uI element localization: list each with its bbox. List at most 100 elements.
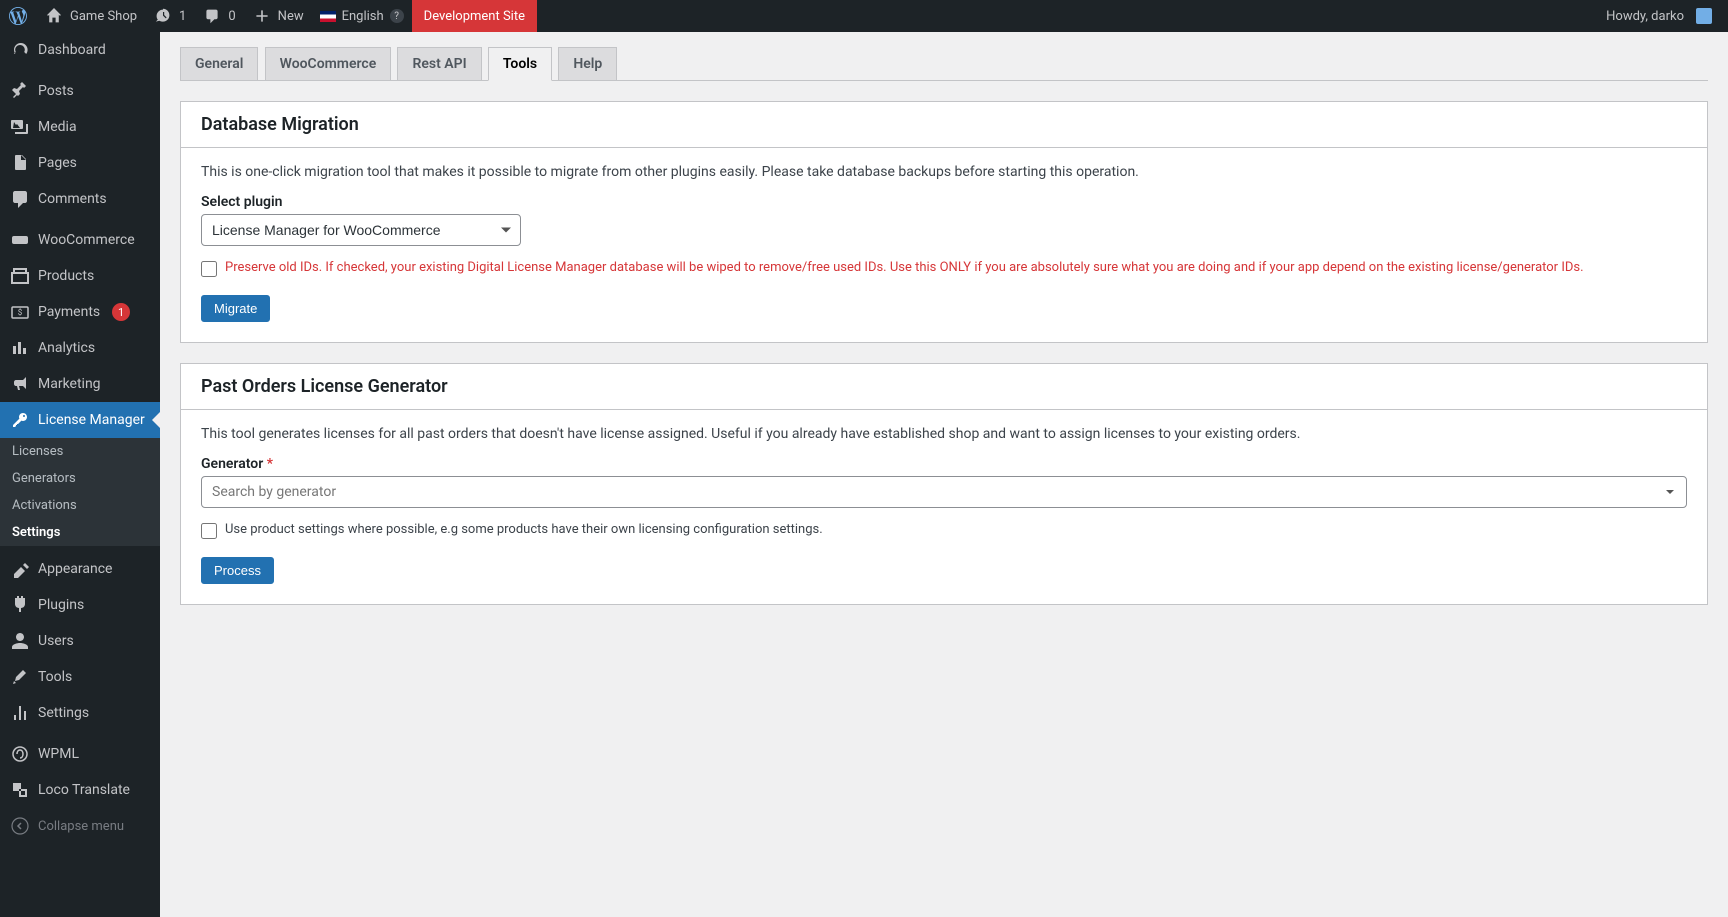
update-icon: [153, 6, 173, 26]
updates[interactable]: 1: [145, 0, 194, 32]
avatar-icon: [1696, 8, 1712, 24]
menu-collapse[interactable]: Collapse menu: [0, 808, 160, 844]
svg-text:$: $: [18, 308, 23, 317]
account-menu[interactable]: Howdy, darko: [1598, 0, 1720, 32]
comments[interactable]: 0: [194, 0, 243, 32]
past-orders-generator-card: Past Orders License Generator This tool …: [180, 363, 1708, 605]
required-asterisk: *: [267, 456, 273, 472]
menu-label: Payments: [38, 304, 100, 320]
menu-comments[interactable]: Comments: [0, 181, 160, 217]
comments-count: 0: [228, 9, 235, 24]
menu-products[interactable]: Products: [0, 258, 160, 294]
menu-woocommerce[interactable]: WooCommerce: [0, 222, 160, 258]
key-icon: [10, 410, 30, 430]
plus-icon: [252, 6, 272, 26]
use-product-label[interactable]: Use product settings where possible, e.g…: [225, 522, 823, 537]
admin-sidebar: Dashboard Posts Media Pages Comments Woo…: [0, 32, 160, 917]
card-header: Past Orders License Generator: [181, 364, 1707, 410]
menu-pages[interactable]: Pages: [0, 145, 160, 181]
license-manager-submenu: Licenses Generators Activations Settings: [0, 438, 160, 546]
site-name-text: Game Shop: [70, 9, 137, 24]
migration-description: This is one-click migration tool that ma…: [201, 164, 1687, 180]
submenu-activations[interactable]: Activations: [0, 492, 160, 519]
woocommerce-icon: [10, 230, 30, 250]
menu-label: Collapse menu: [38, 819, 124, 834]
menu-marketing[interactable]: Marketing: [0, 366, 160, 402]
settings-icon: [10, 703, 30, 723]
menu-settings[interactable]: Settings: [0, 695, 160, 731]
menu-label: Comments: [38, 191, 107, 207]
use-product-checkbox[interactable]: [201, 523, 217, 539]
tab-tools[interactable]: Tools: [488, 47, 552, 81]
menu-posts[interactable]: Posts: [0, 73, 160, 109]
menu-label: WooCommerce: [38, 232, 135, 248]
help-icon: ?: [390, 9, 404, 23]
menu-analytics[interactable]: Analytics: [0, 330, 160, 366]
submenu-generators[interactable]: Generators: [0, 465, 160, 492]
tab-rest-api[interactable]: Rest API: [397, 47, 481, 80]
main-content: General WooCommerce Rest API Tools Help …: [160, 32, 1728, 645]
howdy-text: Howdy, darko: [1606, 9, 1684, 24]
settings-tabs: General WooCommerce Rest API Tools Help: [180, 42, 1708, 81]
menu-label: Loco Translate: [38, 782, 130, 798]
appearance-icon: [10, 559, 30, 579]
generator-combobox[interactable]: Search by generator: [201, 476, 1687, 508]
select-plugin-label: Select plugin: [201, 194, 1687, 210]
new-content[interactable]: New: [244, 0, 312, 32]
preserve-ids-checkbox[interactable]: [201, 261, 217, 277]
menu-label: Users: [38, 633, 74, 649]
database-migration-card: Database Migration This is one-click mig…: [180, 101, 1708, 343]
menu-loco[interactable]: Loco Translate: [0, 772, 160, 808]
menu-label: Appearance: [38, 561, 112, 577]
uk-flag-icon: [320, 11, 336, 22]
process-button[interactable]: Process: [201, 557, 274, 584]
comment-icon: [202, 6, 222, 26]
generator-title: Past Orders License Generator: [201, 376, 1687, 397]
menu-license-manager[interactable]: License Manager: [0, 402, 160, 438]
submenu-settings[interactable]: Settings: [0, 519, 160, 546]
dev-site-indicator[interactable]: Development Site: [412, 0, 537, 32]
payments-count-badge: 1: [112, 303, 130, 321]
menu-label: Settings: [38, 705, 89, 721]
menu-label: Media: [38, 119, 77, 135]
analytics-icon: [10, 338, 30, 358]
submenu-licenses[interactable]: Licenses: [0, 438, 160, 465]
dev-site-label: Development Site: [424, 9, 525, 24]
menu-appearance[interactable]: Appearance: [0, 551, 160, 587]
tab-woocommerce[interactable]: WooCommerce: [265, 47, 392, 80]
dashboard-icon: [10, 40, 30, 60]
collapse-icon: [10, 816, 30, 836]
updates-count: 1: [179, 9, 186, 24]
menu-plugins[interactable]: Plugins: [0, 587, 160, 623]
menu-wpml[interactable]: WPML: [0, 736, 160, 772]
menu-users[interactable]: Users: [0, 623, 160, 659]
migrate-button[interactable]: Migrate: [201, 295, 270, 322]
language-switcher[interactable]: English ?: [312, 0, 412, 32]
tab-help[interactable]: Help: [558, 47, 617, 80]
generator-label: Generator *: [201, 456, 1687, 472]
new-label: New: [278, 9, 304, 24]
wp-logo[interactable]: [0, 0, 36, 32]
admin-bar: Game Shop 1 0 New English ? Development …: [0, 0, 1728, 32]
menu-label: Plugins: [38, 597, 84, 613]
menu-media[interactable]: Media: [0, 109, 160, 145]
plugin-icon: [10, 595, 30, 615]
menu-payments[interactable]: $ Payments 1: [0, 294, 160, 330]
menu-tools[interactable]: Tools: [0, 659, 160, 695]
home-icon: [44, 6, 64, 26]
menu-dashboard[interactable]: Dashboard: [0, 32, 160, 68]
site-name[interactable]: Game Shop: [36, 0, 145, 32]
pin-icon: [10, 81, 30, 101]
wordpress-icon: [8, 6, 28, 26]
generator-placeholder: Search by generator: [212, 484, 336, 500]
menu-label: Pages: [38, 155, 77, 171]
users-icon: [10, 631, 30, 651]
comment-icon: [10, 189, 30, 209]
preserve-ids-label[interactable]: Preserve old IDs. If checked, your exist…: [225, 260, 1584, 275]
tab-general[interactable]: General: [180, 47, 258, 80]
menu-label: Analytics: [38, 340, 95, 356]
migration-title: Database Migration: [201, 114, 1687, 135]
menu-label: WPML: [38, 746, 79, 762]
select-plugin-dropdown[interactable]: License Manager for WooCommerce: [201, 214, 521, 246]
payments-icon: $: [10, 302, 30, 322]
